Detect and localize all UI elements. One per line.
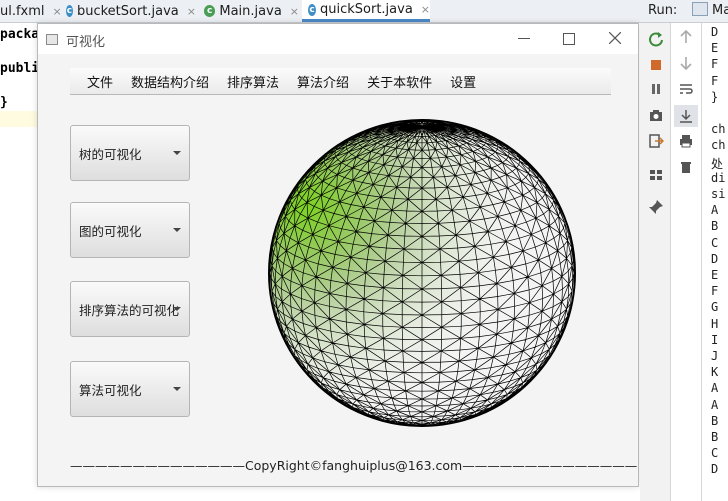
close-icon[interactable]: ×: [421, 3, 430, 16]
console-line: F: [711, 284, 719, 299]
exit-icon[interactable]: [648, 133, 664, 149]
copyright-footer: ——————————————CopyRight©fanghuiplus@163.…: [70, 458, 638, 473]
arrow-down-icon[interactable]: [678, 55, 694, 71]
wireframe-sphere[interactable]: [266, 117, 578, 429]
menu-bar: 文件 数据结构介绍 排序算法 算法介绍 关于本软件 设置: [70, 68, 611, 95]
window-title: 可视化: [66, 35, 106, 50]
combo-label: 图的可视化: [79, 223, 142, 239]
console-toolstrip: [671, 23, 702, 501]
menu-settings[interactable]: 设置: [449, 72, 477, 91]
console-line: A: [711, 397, 719, 412]
console-line: A: [711, 381, 719, 396]
algorithm-visualization-combo[interactable]: 算法可视化: [70, 361, 190, 417]
console-line: C: [711, 446, 719, 461]
arrow-up-icon[interactable]: [678, 29, 694, 45]
tab-ui-fxml[interactable]: ul.fxml ×: [0, 0, 62, 22]
pin-icon[interactable]: [648, 199, 664, 215]
console-line: }: [711, 89, 719, 104]
console-output[interactable]: D E F F} ch ch 处 di si A B C D E F G H I J K A A B B C D: [702, 23, 728, 501]
console-icon: [692, 2, 708, 16]
chevron-down-icon: [173, 307, 181, 311]
tab-label: ul.fxml: [0, 3, 45, 19]
rerun-icon[interactable]: [648, 31, 664, 47]
soft-wrap-icon[interactable]: [678, 81, 694, 97]
console-line: D: [711, 25, 719, 39]
console-line: B: [711, 413, 719, 428]
console-line: si: [711, 187, 726, 201]
combo-label: 树的可视化: [79, 146, 142, 162]
menu-about[interactable]: 关于本软件: [366, 72, 433, 91]
java-run-class-icon: c: [204, 5, 216, 17]
console-line: G: [711, 300, 719, 315]
code-line: packa: [0, 27, 40, 42]
app-icon: [46, 34, 58, 45]
stop-icon[interactable]: [648, 57, 664, 73]
console-line: D: [711, 251, 719, 266]
combo-label: 排序算法的可视化: [79, 302, 180, 318]
minimize-icon[interactable]: [518, 38, 530, 39]
editor-tab-bar: ul.fxml × c bucketSort.java × c Main.jav…: [0, 0, 640, 23]
tree-visualization-combo[interactable]: 树的可视化: [70, 125, 190, 181]
tab-label: quickSort.java: [319, 2, 413, 17]
maximize-icon[interactable]: [563, 33, 575, 45]
console-line: C: [711, 235, 719, 250]
console-line: B: [711, 430, 719, 444]
java-class-icon: c: [66, 5, 73, 17]
console-line: I: [711, 332, 719, 347]
chevron-down-icon: [173, 151, 181, 155]
current-line-highlight: [0, 111, 37, 127]
console-line: ch: [711, 122, 726, 137]
app-window: 可视化 文件 数据结构介绍 排序算法 算法介绍 关于本软件 设置 树的可视化 图…: [37, 23, 639, 487]
menu-algorithms[interactable]: 算法介绍: [296, 72, 350, 91]
console-line: K: [711, 365, 719, 380]
console-line: 处: [711, 156, 724, 171]
print-icon[interactable]: [678, 133, 694, 149]
chevron-down-icon: [173, 387, 181, 391]
close-window-icon[interactable]: [609, 32, 621, 44]
run-tab-label[interactable]: Ma: [712, 3, 728, 18]
code-line: publi: [0, 61, 40, 76]
console-line: B: [711, 219, 719, 234]
run-panel-header: Run: Ma: [640, 0, 728, 23]
run-label: Run:: [648, 3, 678, 18]
layout-icon[interactable]: [648, 167, 664, 183]
graph-visualization-combo[interactable]: 图的可视化: [70, 202, 190, 258]
console-line: D: [711, 462, 719, 477]
run-toolstrip: [640, 23, 671, 501]
console-line: E: [711, 41, 719, 56]
menu-sorting[interactable]: 排序算法: [226, 72, 280, 91]
close-icon[interactable]: ×: [53, 5, 62, 18]
app-content: 文件 数据结构介绍 排序算法 算法介绍 关于本软件 设置 树的可视化 图的可视化…: [38, 54, 638, 486]
pause-icon[interactable]: [648, 81, 664, 97]
camera-icon[interactable]: [648, 107, 664, 123]
tab-label: bucketSort.java: [76, 3, 179, 19]
trash-icon[interactable]: [678, 159, 694, 175]
console-line: A: [711, 203, 719, 218]
console-line: F: [711, 57, 719, 72]
chevron-down-icon: [173, 228, 181, 232]
close-icon[interactable]: ×: [187, 5, 196, 18]
tab-main[interactable]: c Main.java ×: [204, 0, 299, 22]
console-line: H: [711, 316, 719, 331]
combo-label: 算法可视化: [79, 382, 142, 398]
tab-label: Main.java: [219, 3, 282, 19]
scroll-to-end-icon: [680, 110, 692, 123]
window-titlebar[interactable]: 可视化: [38, 24, 638, 54]
tab-quicksort[interactable]: c quickSort.java ×: [302, 0, 430, 22]
tab-bucketsort[interactable]: c bucketSort.java ×: [66, 0, 196, 22]
menu-data-structures[interactable]: 数据结构介绍: [130, 72, 210, 91]
console-line: F: [711, 73, 719, 88]
console-line: J: [711, 349, 719, 363]
console-line: di: [711, 170, 726, 185]
menu-file[interactable]: 文件: [86, 72, 114, 91]
sort-visualization-combo[interactable]: 排序算法的可视化: [70, 281, 190, 337]
code-line: }: [0, 95, 8, 110]
java-class-icon: c: [308, 3, 316, 16]
console-line: ch: [711, 138, 726, 153]
close-icon[interactable]: ×: [290, 5, 299, 18]
console-line: E: [711, 268, 719, 282]
